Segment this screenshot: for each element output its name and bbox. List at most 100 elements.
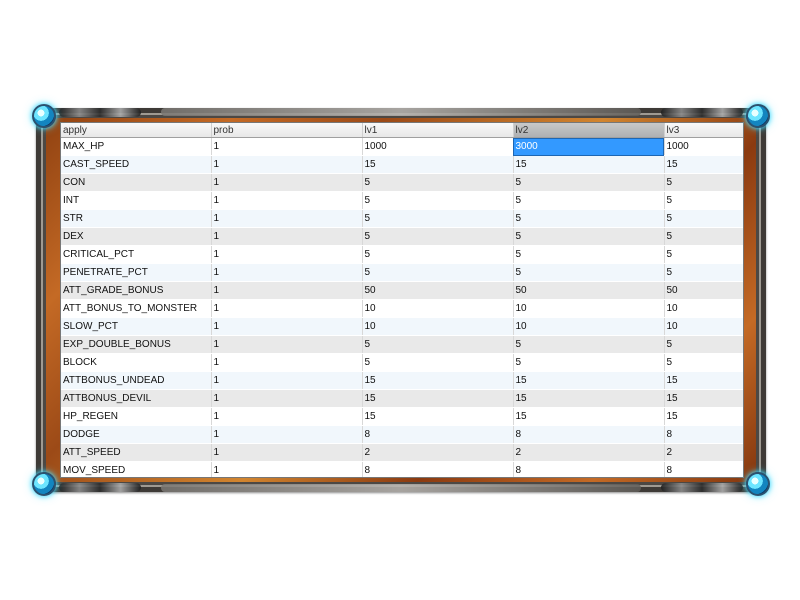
- table-cell-lv1[interactable]: 15: [362, 371, 514, 390]
- table-cell-lv3[interactable]: 5: [664, 173, 743, 192]
- table-cell-prob[interactable]: 1: [211, 371, 363, 390]
- table-cell-lv3[interactable]: 1000: [664, 137, 743, 156]
- table-cell-lv3[interactable]: 5: [664, 227, 743, 246]
- table-cell-lv1[interactable]: 2: [362, 443, 514, 462]
- table-cell-apply[interactable]: BLOCK: [61, 353, 212, 372]
- table-cell-prob[interactable]: 1: [211, 335, 363, 354]
- table-cell-lv2[interactable]: 5: [513, 227, 665, 246]
- table-cell-apply[interactable]: ATT_BONUS_TO_MONSTER: [61, 299, 212, 318]
- table-cell-prob[interactable]: 1: [211, 263, 363, 282]
- table-cell-lv2[interactable]: 15: [513, 371, 665, 390]
- table-cell-lv2[interactable]: 50: [513, 281, 665, 300]
- table-cell-lv2[interactable]: 15: [513, 407, 665, 426]
- table-cell-lv2[interactable]: 2: [513, 443, 665, 462]
- table-cell-apply[interactable]: DODGE: [61, 425, 212, 444]
- table-cell-lv3[interactable]: 50: [664, 281, 743, 300]
- column-header-apply[interactable]: apply: [61, 123, 212, 138]
- table-cell-apply[interactable]: PENETRATE_PCT: [61, 263, 212, 282]
- table-cell-lv2[interactable]: 10: [513, 299, 665, 318]
- table-cell-apply[interactable]: INT: [61, 191, 212, 210]
- table-cell-lv3[interactable]: 15: [664, 371, 743, 390]
- table-cell-lv3[interactable]: 5: [664, 209, 743, 228]
- table-cell-prob[interactable]: 1: [211, 245, 363, 264]
- table-cell-lv1[interactable]: 10: [362, 299, 514, 318]
- table-cell-lv1[interactable]: 50: [362, 281, 514, 300]
- table-cell-lv3[interactable]: 5: [664, 353, 743, 372]
- table-cell-apply[interactable]: SLOW_PCT: [61, 317, 212, 336]
- table-cell-lv2[interactable]: 5: [513, 173, 665, 192]
- table-cell-apply[interactable]: EXP_DOUBLE_BONUS: [61, 335, 212, 354]
- table-cell-prob[interactable]: 1: [211, 353, 363, 372]
- table-cell-prob[interactable]: 1: [211, 191, 363, 210]
- active-table-cell-lv2[interactable]: 3000: [513, 137, 665, 156]
- table-cell-prob[interactable]: 1: [211, 137, 363, 156]
- table-cell-lv1[interactable]: 5: [362, 263, 514, 282]
- table-cell-prob[interactable]: 1: [211, 209, 363, 228]
- table-cell-lv3[interactable]: 8: [664, 461, 743, 477]
- table-cell-lv3[interactable]: 15: [664, 407, 743, 426]
- table-cell-apply[interactable]: MOV_SPEED: [61, 461, 212, 477]
- table-cell-prob[interactable]: 1: [211, 425, 363, 444]
- table-cell-lv3[interactable]: 10: [664, 317, 743, 336]
- table-cell-lv3[interactable]: 15: [664, 155, 743, 174]
- table-cell-apply[interactable]: ATTBONUS_DEVIL: [61, 389, 212, 408]
- column-header-lv2[interactable]: lv2: [513, 123, 665, 138]
- table-cell-prob[interactable]: 1: [211, 227, 363, 246]
- table-cell-lv2[interactable]: 5: [513, 191, 665, 210]
- table-cell-lv3[interactable]: 5: [664, 335, 743, 354]
- table-cell-lv1[interactable]: 5: [362, 173, 514, 192]
- table-cell-lv1[interactable]: 1000: [362, 137, 514, 156]
- table-cell-prob[interactable]: 1: [211, 407, 363, 426]
- table-cell-lv3[interactable]: 10: [664, 299, 743, 318]
- table-cell-lv2[interactable]: 8: [513, 425, 665, 444]
- table-cell-lv2[interactable]: 5: [513, 263, 665, 282]
- table-cell-lv1[interactable]: 15: [362, 389, 514, 408]
- table-cell-lv1[interactable]: 5: [362, 209, 514, 228]
- table-cell-lv3[interactable]: 8: [664, 425, 743, 444]
- column-header-lv3[interactable]: lv3: [664, 123, 743, 138]
- table-cell-lv3[interactable]: 2: [664, 443, 743, 462]
- column-header-prob[interactable]: prob: [211, 123, 363, 138]
- table-cell-apply[interactable]: STR: [61, 209, 212, 228]
- table-cell-apply[interactable]: MAX_HP: [61, 137, 212, 156]
- table-cell-lv1[interactable]: 5: [362, 353, 514, 372]
- table-cell-prob[interactable]: 1: [211, 443, 363, 462]
- table-cell-lv2[interactable]: 5: [513, 245, 665, 264]
- table-cell-apply[interactable]: ATT_GRADE_BONUS: [61, 281, 212, 300]
- table-cell-prob[interactable]: 1: [211, 281, 363, 300]
- table-cell-lv1[interactable]: 15: [362, 407, 514, 426]
- table-cell-apply[interactable]: CAST_SPEED: [61, 155, 212, 174]
- table-cell-lv2[interactable]: 15: [513, 389, 665, 408]
- table-cell-prob[interactable]: 1: [211, 299, 363, 318]
- table-cell-prob[interactable]: 1: [211, 173, 363, 192]
- table-cell-lv3[interactable]: 5: [664, 245, 743, 264]
- table-cell-apply[interactable]: HP_REGEN: [61, 407, 212, 426]
- table-cell-prob[interactable]: 1: [211, 461, 363, 477]
- table-cell-lv2[interactable]: 5: [513, 353, 665, 372]
- table-cell-lv2[interactable]: 5: [513, 335, 665, 354]
- table-cell-lv1[interactable]: 5: [362, 245, 514, 264]
- table-cell-lv3[interactable]: 15: [664, 389, 743, 408]
- table-cell-lv1[interactable]: 5: [362, 191, 514, 210]
- table-cell-lv1[interactable]: 10: [362, 317, 514, 336]
- table-cell-lv1[interactable]: 15: [362, 155, 514, 174]
- table-cell-lv2[interactable]: 10: [513, 317, 665, 336]
- column-header-lv1[interactable]: lv1: [362, 123, 514, 138]
- table-cell-prob[interactable]: 1: [211, 317, 363, 336]
- table-cell-apply[interactable]: CRITICAL_PCT: [61, 245, 212, 264]
- table-cell-lv1[interactable]: 8: [362, 461, 514, 477]
- table-cell-lv1[interactable]: 5: [362, 335, 514, 354]
- table-cell-apply[interactable]: ATT_SPEED: [61, 443, 212, 462]
- table-cell-lv2[interactable]: 15: [513, 155, 665, 174]
- table-cell-apply[interactable]: CON: [61, 173, 212, 192]
- table-cell-prob[interactable]: 1: [211, 155, 363, 174]
- table-cell-lv2[interactable]: 8: [513, 461, 665, 477]
- table-cell-prob[interactable]: 1: [211, 389, 363, 408]
- table-cell-apply[interactable]: ATTBONUS_UNDEAD: [61, 371, 212, 390]
- table-cell-lv3[interactable]: 5: [664, 191, 743, 210]
- table-cell-apply[interactable]: DEX: [61, 227, 212, 246]
- table-cell-lv2[interactable]: 5: [513, 209, 665, 228]
- table-cell-lv1[interactable]: 8: [362, 425, 514, 444]
- table-cell-lv3[interactable]: 5: [664, 263, 743, 282]
- table-cell-lv1[interactable]: 5: [362, 227, 514, 246]
